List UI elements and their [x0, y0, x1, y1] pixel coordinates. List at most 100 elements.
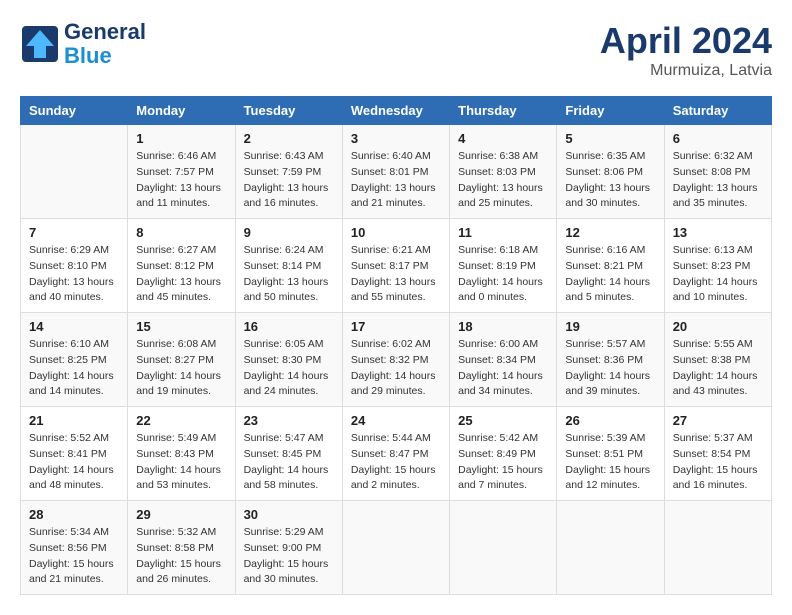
calendar-cell: 24 Sunrise: 5:44 AMSunset: 8:47 PMDayligh… — [342, 407, 449, 501]
day-info: Sunrise: 5:42 AMSunset: 8:49 PMDaylight:… — [458, 431, 548, 494]
day-number: 23 — [244, 413, 334, 428]
day-info: Sunrise: 5:52 AMSunset: 8:41 PMDaylight:… — [29, 431, 119, 494]
day-info: Sunrise: 6:46 AMSunset: 7:57 PMDaylight:… — [136, 149, 226, 212]
day-number: 6 — [673, 131, 763, 146]
day-number: 15 — [136, 319, 226, 334]
calendar-cell: 14Sunrise: 6:10 AMSunset: 8:25 PMDayligh… — [21, 313, 128, 407]
calendar-cell: 16 Sunrise: 6:05 AMSunset: 8:30 PMDayligh… — [235, 313, 342, 407]
column-header-tuesday: Tuesday — [235, 97, 342, 125]
calendar-cell: 8 Sunrise: 6:27 AMSunset: 8:12 PMDaylight… — [128, 219, 235, 313]
day-info: Sunrise: 6:16 AMSunset: 8:21 PMDaylight:… — [565, 243, 655, 306]
calendar-week-row: 28 Sunrise: 5:34 AMSunset: 8:56 PMDayligh… — [21, 501, 772, 595]
calendar-cell: 18 Sunrise: 6:00 AMSunset: 8:34 PMDayligh… — [450, 313, 557, 407]
day-number: 9 — [244, 225, 334, 240]
day-number: 29 — [136, 507, 226, 522]
day-number: 2 — [244, 131, 334, 146]
day-number: 3 — [351, 131, 441, 146]
calendar-week-row: 21 Sunrise: 5:52 AMSunset: 8:41 PMDayligh… — [21, 407, 772, 501]
day-info: Sunrise: 5:37 AMSunset: 8:54 PMDaylight:… — [673, 431, 763, 494]
day-number: 27 — [673, 413, 763, 428]
day-number: 13 — [673, 225, 763, 240]
day-number: 12 — [565, 225, 655, 240]
day-info: Sunrise: 6:05 AMSunset: 8:30 PMDaylight:… — [244, 337, 334, 400]
calendar-cell: 3 Sunrise: 6:40 AMSunset: 8:01 PMDaylight… — [342, 125, 449, 219]
day-number: 16 — [244, 319, 334, 334]
day-info: Sunrise: 6:43 AMSunset: 7:59 PMDaylight:… — [244, 149, 334, 212]
day-info: Sunrise: 6:38 AMSunset: 8:03 PMDaylight:… — [458, 149, 548, 212]
day-number: 28 — [29, 507, 119, 522]
page-header: GeneralBlue April 2024 Murmuiza, Latvia — [20, 20, 772, 80]
calendar-cell: 27 Sunrise: 5:37 AMSunset: 8:54 PMDayligh… — [664, 407, 771, 501]
day-info: Sunrise: 6:21 AMSunset: 8:17 PMDaylight:… — [351, 243, 441, 306]
day-info: Sunrise: 6:27 AMSunset: 8:12 PMDaylight:… — [136, 243, 226, 306]
calendar-cell: 28 Sunrise: 5:34 AMSunset: 8:56 PMDayligh… — [21, 501, 128, 595]
day-number: 17 — [351, 319, 441, 334]
column-header-sunday: Sunday — [21, 97, 128, 125]
calendar-header-row: SundayMondayTuesdayWednesdayThursdayFrid… — [21, 97, 772, 125]
day-number: 1 — [136, 131, 226, 146]
day-info: Sunrise: 6:00 AMSunset: 8:34 PMDaylight:… — [458, 337, 548, 400]
calendar-cell — [557, 501, 664, 595]
column-header-monday: Monday — [128, 97, 235, 125]
calendar-cell: 21 Sunrise: 5:52 AMSunset: 8:41 PMDayligh… — [21, 407, 128, 501]
calendar-table: SundayMondayTuesdayWednesdayThursdayFrid… — [20, 96, 772, 595]
day-info: Sunrise: 6:40 AMSunset: 8:01 PMDaylight:… — [351, 149, 441, 212]
day-info: Sunrise: 6:32 AMSunset: 8:08 PMDaylight:… — [673, 149, 763, 212]
day-info: Sunrise: 6:13 AMSunset: 8:23 PMDaylight:… — [673, 243, 763, 306]
day-number: 21 — [29, 413, 119, 428]
day-number: 25 — [458, 413, 548, 428]
day-info: Sunrise: 5:55 AMSunset: 8:38 PMDaylight:… — [673, 337, 763, 400]
calendar-cell: 10 Sunrise: 6:21 AMSunset: 8:17 PMDayligh… — [342, 219, 449, 313]
day-number: 18 — [458, 319, 548, 334]
calendar-cell: 19Sunrise: 5:57 AMSunset: 8:36 PMDayligh… — [557, 313, 664, 407]
day-number: 4 — [458, 131, 548, 146]
month-year: April 2024 — [600, 20, 772, 62]
logo-text: GeneralBlue — [64, 20, 146, 68]
calendar-week-row: 7 Sunrise: 6:29 AMSunset: 8:10 PMDaylight… — [21, 219, 772, 313]
calendar-cell: 5 Sunrise: 6:35 AMSunset: 8:06 PMDaylight… — [557, 125, 664, 219]
logo-icon — [20, 24, 60, 64]
calendar-cell: 22Sunrise: 5:49 AMSunset: 8:43 PMDayligh… — [128, 407, 235, 501]
calendar-week-row: 14Sunrise: 6:10 AMSunset: 8:25 PMDayligh… — [21, 313, 772, 407]
calendar-week-row: 1 Sunrise: 6:46 AMSunset: 7:57 PMDaylight… — [21, 125, 772, 219]
calendar-cell — [21, 125, 128, 219]
title-block: April 2024 Murmuiza, Latvia — [600, 20, 772, 80]
day-number: 10 — [351, 225, 441, 240]
calendar-cell: 4 Sunrise: 6:38 AMSunset: 8:03 PMDaylight… — [450, 125, 557, 219]
logo: GeneralBlue — [20, 20, 146, 68]
day-number: 20 — [673, 319, 763, 334]
day-number: 5 — [565, 131, 655, 146]
calendar-cell: 26Sunrise: 5:39 AMSunset: 8:51 PMDayligh… — [557, 407, 664, 501]
column-header-thursday: Thursday — [450, 97, 557, 125]
calendar-cell: 20 Sunrise: 5:55 AMSunset: 8:38 PMDayligh… — [664, 313, 771, 407]
calendar-cell: 25 Sunrise: 5:42 AMSunset: 8:49 PMDayligh… — [450, 407, 557, 501]
day-number: 8 — [136, 225, 226, 240]
column-header-friday: Friday — [557, 97, 664, 125]
calendar-cell: 29Sunrise: 5:32 AMSunset: 8:58 PMDayligh… — [128, 501, 235, 595]
day-number: 14 — [29, 319, 119, 334]
day-number: 30 — [244, 507, 334, 522]
calendar-cell: 15Sunrise: 6:08 AMSunset: 8:27 PMDayligh… — [128, 313, 235, 407]
calendar-cell: 2 Sunrise: 6:43 AMSunset: 7:59 PMDaylight… — [235, 125, 342, 219]
day-number: 7 — [29, 225, 119, 240]
day-info: Sunrise: 6:35 AMSunset: 8:06 PMDaylight:… — [565, 149, 655, 212]
day-info: Sunrise: 5:34 AMSunset: 8:56 PMDaylight:… — [29, 525, 119, 588]
calendar-cell: 11Sunrise: 6:18 AMSunset: 8:19 PMDayligh… — [450, 219, 557, 313]
day-number: 19 — [565, 319, 655, 334]
day-info: Sunrise: 5:44 AMSunset: 8:47 PMDaylight:… — [351, 431, 441, 494]
day-info: Sunrise: 6:02 AMSunset: 8:32 PMDaylight:… — [351, 337, 441, 400]
day-info: Sunrise: 5:49 AMSunset: 8:43 PMDaylight:… — [136, 431, 226, 494]
calendar-cell: 30 Sunrise: 5:29 AMSunset: 9:00 PMDayligh… — [235, 501, 342, 595]
calendar-cell — [342, 501, 449, 595]
calendar-cell: 12 Sunrise: 6:16 AMSunset: 8:21 PMDayligh… — [557, 219, 664, 313]
column-header-wednesday: Wednesday — [342, 97, 449, 125]
calendar-cell: 23Sunrise: 5:47 AMSunset: 8:45 PMDayligh… — [235, 407, 342, 501]
calendar-cell — [450, 501, 557, 595]
day-info: Sunrise: 5:39 AMSunset: 8:51 PMDaylight:… — [565, 431, 655, 494]
day-number: 24 — [351, 413, 441, 428]
location: Murmuiza, Latvia — [600, 62, 772, 80]
day-info: Sunrise: 6:29 AMSunset: 8:10 PMDaylight:… — [29, 243, 119, 306]
calendar-cell: 6 Sunrise: 6:32 AMSunset: 8:08 PMDaylight… — [664, 125, 771, 219]
calendar-cell: 17 Sunrise: 6:02 AMSunset: 8:32 PMDayligh… — [342, 313, 449, 407]
day-info: Sunrise: 5:29 AMSunset: 9:00 PMDaylight:… — [244, 525, 334, 588]
